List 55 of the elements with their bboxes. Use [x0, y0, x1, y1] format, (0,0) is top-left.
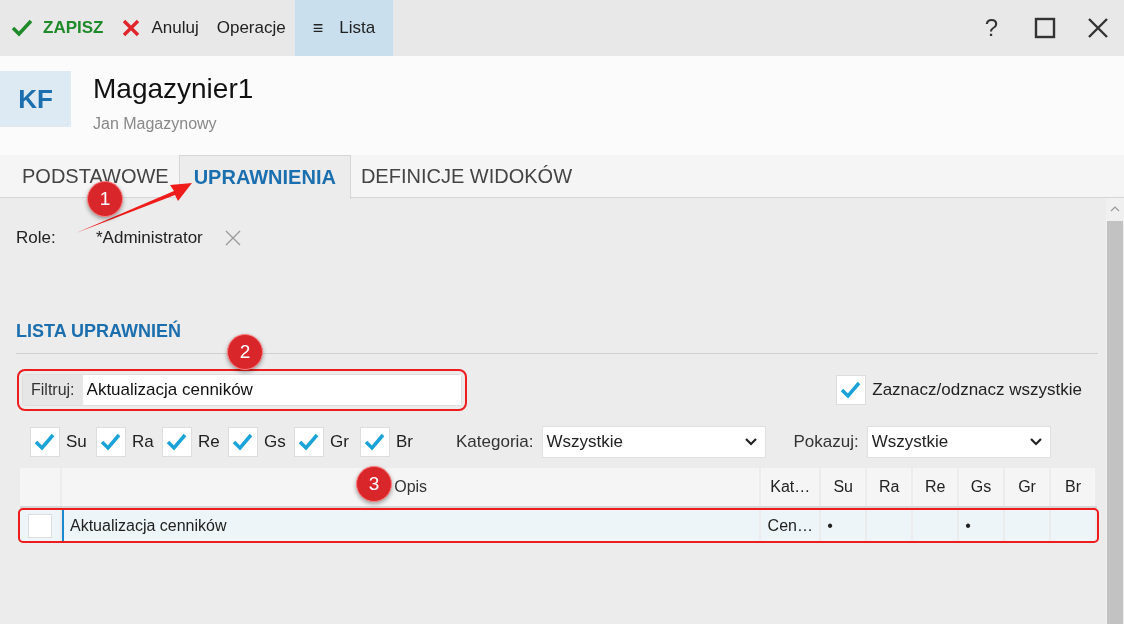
checkbox-label: Ra: [132, 432, 154, 452]
table-row[interactable]: Aktualizacja cenników Cen… • •: [20, 510, 1097, 541]
column-header[interactable]: Ra: [867, 468, 914, 506]
dropdown[interactable]: Wszystkie: [541, 426, 766, 458]
close-icon: [121, 18, 142, 38]
avatar: KF: [0, 71, 71, 127]
checkbox-label: Gr: [330, 432, 350, 452]
checkbox[interactable]: [228, 427, 258, 457]
close-icon: [224, 230, 241, 246]
scroll-up-icon: [1110, 206, 1120, 212]
column-header[interactable]: Gs: [959, 468, 1006, 506]
chevron-down-icon: [744, 438, 757, 446]
maximize-icon: [1033, 17, 1056, 39]
checkbox-label: Re: [198, 432, 220, 452]
cancel-button[interactable]: Anuluj: [112, 0, 208, 56]
chevron-down-icon: [1029, 438, 1042, 446]
checkbox[interactable]: [294, 427, 324, 457]
close-icon: [1086, 17, 1109, 39]
menu-button[interactable]: ≡ Lista: [294, 0, 394, 56]
checkbox-label: Su: [66, 432, 88, 452]
table-cell: •: [821, 510, 868, 541]
role-name: *Administrator: [96, 228, 203, 248]
checkbox-label: Zaznacz/odznacz wszystkie: [872, 380, 1082, 400]
check-icon: [11, 18, 33, 38]
scrollbar-thumb[interactable]: [1107, 221, 1123, 624]
checkbox[interactable]: [96, 427, 126, 457]
column-header[interactable]: Br: [1051, 468, 1097, 506]
tab[interactable]: DEFINICJE WIDOKÓW: [350, 155, 582, 197]
row-checkbox[interactable]: [28, 513, 52, 538]
field-label: Kategoria:: [456, 432, 534, 452]
column-header[interactable]: Re: [913, 468, 960, 506]
select-all-checkbox[interactable]: [836, 375, 867, 405]
table-cell: •: [959, 510, 1006, 541]
checkbox[interactable]: [162, 427, 192, 457]
scrollbar[interactable]: [1106, 198, 1124, 624]
dropdown[interactable]: Wszystkie: [866, 426, 1051, 458]
checkbox-label: Gs: [264, 432, 286, 452]
plain-button[interactable]: Operacje: [207, 0, 295, 56]
save-button[interactable]: ZAPISZ: [0, 0, 113, 56]
checkbox-label: Br: [396, 432, 414, 452]
checkbox[interactable]: [30, 427, 60, 457]
column-header[interactable]: Kat…: [761, 468, 822, 506]
table-cell: Aktualizacja cenników: [61, 510, 762, 541]
column-header[interactable]: Su: [821, 468, 868, 506]
remove-button[interactable]: [224, 230, 241, 246]
help-button[interactable]: ?: [965, 0, 1018, 56]
record-title: Magazynier1: [93, 73, 254, 105]
role-label: Role:: [16, 228, 57, 248]
field-label: Pokazuj:: [793, 432, 859, 452]
checkbox[interactable]: [360, 427, 390, 457]
table-cell: Cen…: [761, 510, 822, 541]
step-badge: 2: [227, 334, 263, 370]
tab[interactable]: UPRAWNIENIA: [178, 155, 351, 199]
record-subtitle: Jan Magazynowy: [93, 115, 218, 133]
column-header[interactable]: Gr: [1005, 468, 1051, 506]
